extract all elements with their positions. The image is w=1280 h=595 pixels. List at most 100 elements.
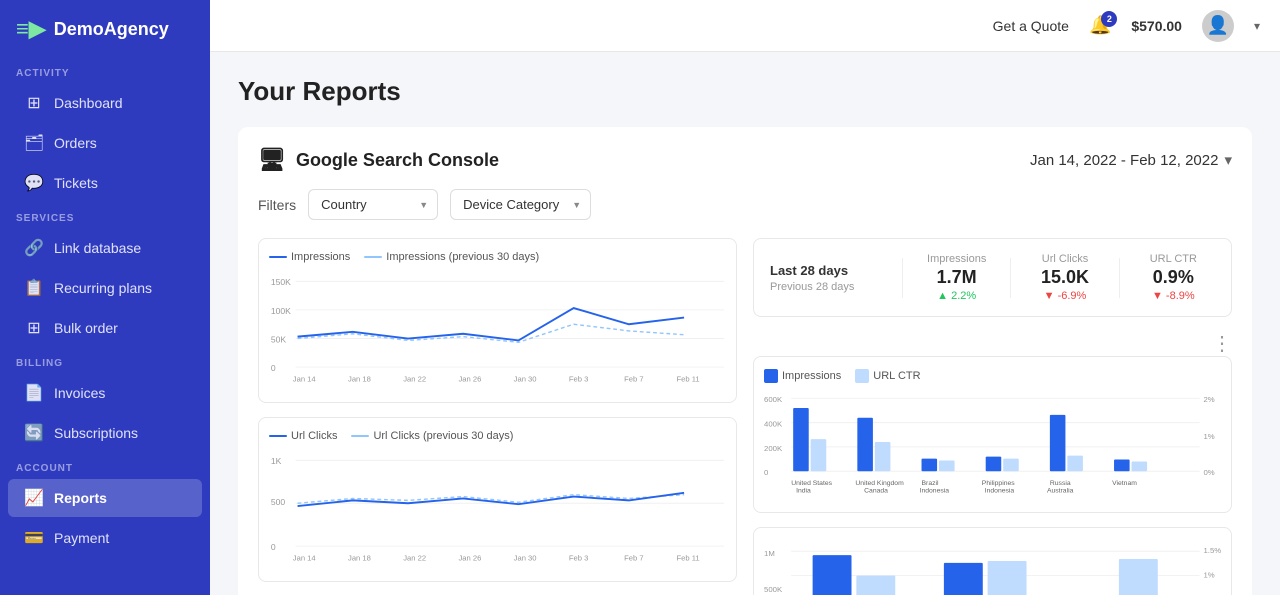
impressions-prev-line-color [364,256,382,258]
svg-text:Jan 26: Jan 26 [458,553,481,562]
sidebar-item-link-database[interactable]: 🔗 Link database [8,229,202,267]
url-clicks-prev-line-color [351,435,369,437]
notifications-bell[interactable]: 🔔 2 [1089,15,1111,36]
sidebar-item-label: Recurring plans [54,280,152,296]
sidebar-item-dashboard[interactable]: ⊞ Dashboard [8,84,202,122]
url-clicks-legend-item: Url Clicks [269,430,337,442]
svg-text:500K: 500K [764,585,783,594]
svg-text:Jan 18: Jan 18 [348,553,371,562]
url-clicks-prev-legend-label: Url Clicks (previous 30 days) [373,430,513,442]
svg-text:Feb 7: Feb 7 [624,374,643,383]
svg-text:Jan 26: Jan 26 [458,374,481,383]
svg-text:1.5%: 1.5% [1203,546,1221,555]
link-icon: 🔗 [24,238,44,258]
payment-icon: 💳 [24,528,44,548]
country-bar-legend: Impressions URL CTR [764,369,1221,383]
sidebar-item-label: Reports [54,490,107,506]
section-label-billing: BILLING [0,348,210,373]
recurring-icon: 📋 [24,278,44,298]
sidebar-item-label: Tickets [54,175,98,191]
device-bar-chart: 1M 500K 0 1.5% 1% 0.5% 0% [753,527,1232,595]
sidebar-item-payment[interactable]: 💳 Payment [8,519,202,557]
svg-text:Jan 22: Jan 22 [403,374,426,383]
sidebar-item-label: Link database [54,240,141,256]
sidebar-item-subscriptions[interactable]: 🔄 Subscriptions [8,414,202,452]
svg-text:Feb 7: Feb 7 [624,553,643,562]
url-clicks-line-chart: Url Clicks Url Clicks (previous 30 days)… [258,417,737,582]
date-range-picker[interactable]: Jan 14, 2022 - Feb 12, 2022 ▾ [1030,151,1232,169]
url-clicks-stat-value: 15.0K [1023,267,1106,288]
svg-text:1%: 1% [1203,570,1214,579]
url-clicks-stat-change: ▼ -6.9% [1023,290,1106,302]
svg-text:500: 500 [271,497,286,507]
url-clicks-svg-chart: 1K 500 0 Jan 14 Jan 18 Ja [269,448,726,568]
impressions-svg-chart: 150K 100K 50K 0 [269,269,726,389]
stats-period-main: Last 28 days [770,263,890,278]
url-clicks-prev-legend-item: Url Clicks (previous 30 days) [351,430,513,442]
svg-text:1%: 1% [1203,432,1214,441]
svg-text:United States: United States [791,480,832,487]
date-chevron-icon: ▾ [1224,151,1232,169]
country-bar-chart: Impressions URL CTR 600K 400K 200K [753,356,1232,513]
more-options-button[interactable]: ⋮ [753,331,1232,356]
country-ctr-label: URL CTR [873,370,920,382]
svg-text:Feb 3: Feb 3 [569,553,588,562]
stats-period: Last 28 days Previous 28 days [770,263,890,293]
url-clicks-legend: Url Clicks Url Clicks (previous 30 days) [269,430,726,442]
bulk-icon: ⊞ [24,318,44,338]
left-charts: Impressions Impressions (previous 30 day… [258,238,737,595]
charts-grid: Impressions Impressions (previous 30 day… [258,238,1232,595]
section-label-account: ACCOUNT [0,453,210,478]
get-quote-button[interactable]: Get a Quote [993,18,1069,34]
svg-text:Jan 22: Jan 22 [403,553,426,562]
impressions-stat-change: ▲ 2.2% [915,290,998,302]
console-icon: 🖥 [258,147,286,173]
report-title: 🖥 Google Search Console [258,147,499,173]
sidebar-item-recurring-plans[interactable]: 📋 Recurring plans [8,269,202,307]
subscriptions-icon: 🔄 [24,423,44,443]
svg-text:Jan 30: Jan 30 [514,374,537,383]
url-ctr-stat: URL CTR 0.9% ▼ -8.9% [1132,253,1215,302]
svg-text:United Kingdom: United Kingdom [855,480,904,487]
svg-text:1M: 1M [764,549,775,558]
impressions-legend: Impressions Impressions (previous 30 day… [269,251,726,263]
country-impressions-legend: Impressions [764,369,841,383]
sidebar-item-tickets[interactable]: 💬 Tickets [8,164,202,202]
device-filter-wrap: Device Category [450,189,591,220]
sidebar-item-invoices[interactable]: 📄 Invoices [8,374,202,412]
content-area: Your Reports 🖥 Google Search Console Jan… [210,52,1280,595]
impressions-legend-label: Impressions [291,251,350,263]
page-title: Your Reports [238,76,1252,107]
tickets-icon: 💬 [24,173,44,193]
user-avatar[interactable]: 👤 [1202,10,1234,42]
svg-text:Indonesia: Indonesia [920,488,950,495]
country-impressions-label: Impressions [782,370,841,382]
avatar-chevron-icon[interactable]: ▾ [1254,19,1260,33]
ctr-bar-color [855,369,869,383]
section-label-services: SERVICES [0,203,210,228]
stats-divider-2 [1010,258,1011,298]
country-filter[interactable]: Country [308,189,438,220]
svg-text:150K: 150K [271,277,291,287]
account-balance: $570.00 [1131,18,1182,34]
sidebar-item-label: Invoices [54,385,105,401]
impressions-prev-legend-item: Impressions (previous 30 days) [364,251,539,263]
sidebar-item-label: Dashboard [54,95,123,111]
device-category-filter[interactable]: Device Category [450,189,591,220]
svg-text:Jan 14: Jan 14 [293,374,317,383]
report-title-text: Google Search Console [296,150,499,171]
svg-text:Vietnam: Vietnam [1112,480,1137,487]
sidebar-item-label: Bulk order [54,320,118,336]
svg-text:0%: 0% [1203,468,1214,477]
country-ctr-legend: URL CTR [855,369,920,383]
dashboard-icon: ⊞ [24,93,44,113]
orders-icon: 🗂 [24,133,44,153]
sidebar-item-bulk-order[interactable]: ⊞ Bulk order [8,309,202,347]
sidebar-item-orders[interactable]: 🗂 Orders [8,124,202,162]
svg-text:Philippines: Philippines [982,480,1015,487]
sidebar-item-reports[interactable]: 📈 Reports [8,479,202,517]
url-clicks-line-color [269,435,287,437]
stats-divider-1 [902,258,903,298]
main-area: Get a Quote 🔔 2 $570.00 👤 ▾ Your Reports… [210,0,1280,595]
impressions-prev-legend-label: Impressions (previous 30 days) [386,251,539,263]
